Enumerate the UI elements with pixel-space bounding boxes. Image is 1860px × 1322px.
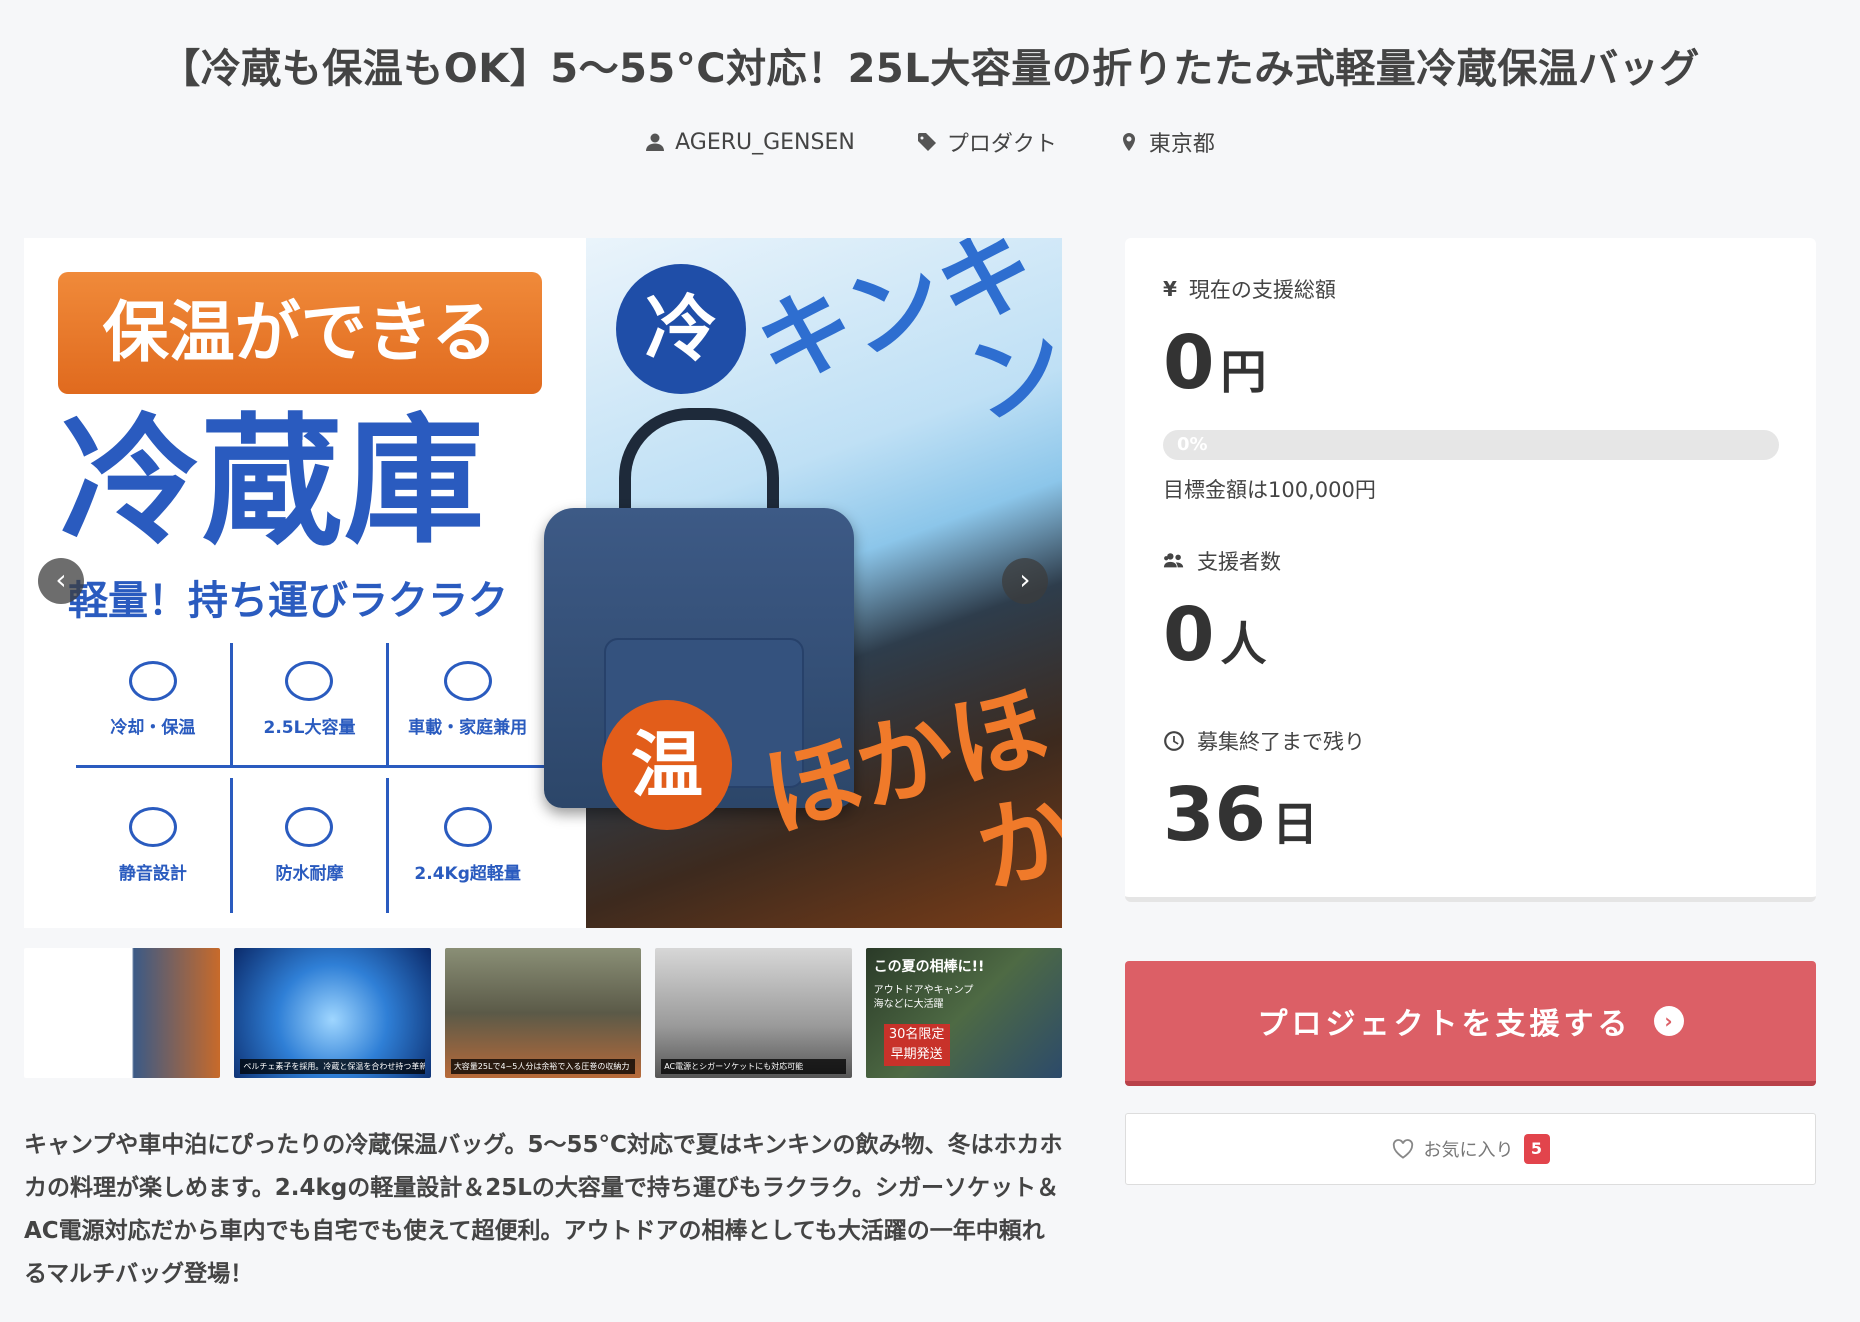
project-description: キャンプや車中泊にぴったりの冷蔵保温バッグ。5〜55°C対応で夏はキンキンの飲み… bbox=[24, 1132, 1063, 1287]
thumbnail-5[interactable]: この夏の相棒に!! アウトドアやキャンプ 海などに大活躍 30名限定 早期発送 bbox=[865, 948, 1063, 1078]
thumbnail-4[interactable]: AC電源とシガーソケットにも対応可能 bbox=[655, 948, 852, 1078]
thumbnail-strip: ペルチェ素子を採用。冷蔵と保温を合わせ持つ革新的バッグ 大容量25Lで4~5人分… bbox=[24, 948, 1063, 1078]
users-icon bbox=[1163, 553, 1184, 568]
location-name: 東京都 bbox=[1148, 132, 1215, 157]
feather-icon bbox=[443, 807, 492, 847]
feature-grid: 冷却・保温 2.5L大容量 車載・家庭兼用 静音設計 防水耐摩 2.4Kg超軽量 bbox=[76, 643, 546, 913]
feature-item: 2.4Kg超軽量 bbox=[389, 778, 546, 913]
cold-badge: 冷 bbox=[616, 264, 746, 394]
hero-headline: 冷蔵庫 bbox=[60, 401, 487, 564]
feature-item: 防水耐摩 bbox=[233, 778, 390, 913]
location-link[interactable]: 東京都 bbox=[1119, 126, 1215, 158]
project-meta: AGERU_GENSEN プロダクト 東京都 bbox=[0, 126, 1860, 158]
goal-amount: 目標金額は100,000円 bbox=[1163, 478, 1376, 502]
remaining-label-row: 募集終了まで残り bbox=[1163, 726, 1778, 756]
funding-progress-bar: 0% bbox=[1163, 430, 1779, 460]
mute-icon bbox=[128, 807, 177, 847]
amount-value: 0円 bbox=[1163, 320, 1267, 406]
feature-item: 2.5L大容量 bbox=[232, 643, 390, 768]
clock-icon bbox=[1164, 731, 1184, 751]
owner-link[interactable]: AGERU_GENSEN bbox=[645, 126, 855, 158]
carousel-next-button[interactable]: › bbox=[1002, 558, 1048, 604]
car-home-icon bbox=[443, 660, 492, 701]
map-pin-icon bbox=[1122, 133, 1135, 151]
thumbnail-2[interactable]: ペルチェ素子を採用。冷蔵と保温を合わせ持つ革新的バッグ bbox=[234, 948, 431, 1078]
page-title: 【冷蔵も保温もOK】5〜55°C対応！25L大容量の折りたたみ式軽量冷蔵保温バッ… bbox=[160, 46, 1700, 92]
cool-warm-icon bbox=[128, 660, 177, 701]
hero-banner: 保温ができる bbox=[58, 272, 542, 394]
remaining-value: 36 日 bbox=[1163, 772, 1318, 858]
backers-label-row: 支援者数 bbox=[1163, 546, 1778, 576]
thumbnail-1[interactable] bbox=[24, 948, 221, 1078]
tag-icon bbox=[917, 133, 936, 151]
owner-name: AGERU_GENSEN bbox=[675, 129, 855, 155]
carousel-prev-button[interactable]: ‹ bbox=[38, 558, 84, 604]
hot-badge: 温 bbox=[602, 700, 732, 830]
hero-subline: 軽量！持ち運びラクラク bbox=[68, 578, 508, 624]
feature-item: 車載・家庭兼用 bbox=[389, 643, 546, 768]
category-link[interactable]: プロダクト bbox=[917, 126, 1057, 158]
funding-stats-panel: ¥ 現在の支援総額 0円 0% 目標金額は100,000円 支援者数 0人 募集… bbox=[1125, 238, 1816, 902]
feature-item: 静音設計 bbox=[76, 778, 233, 913]
feature-item: 冷却・保温 bbox=[76, 643, 233, 768]
category-name: プロダクト bbox=[946, 132, 1057, 157]
favorite-button[interactable]: お気に入り 5 bbox=[1125, 1113, 1816, 1185]
amount-label-row: ¥ 現在の支援総額 bbox=[1163, 277, 1336, 302]
waterproof-icon bbox=[285, 807, 334, 847]
user-icon bbox=[646, 133, 665, 151]
arrow-right-icon: › bbox=[1653, 1006, 1684, 1036]
limited-badge: 30名限定 早期発送 bbox=[883, 1024, 950, 1066]
support-project-button[interactable]: プロジェクトを支援する › bbox=[1125, 961, 1816, 1086]
favorite-count-badge: 5 bbox=[1523, 1134, 1550, 1164]
main-image-carousel[interactable]: 保温ができる 冷蔵庫 軽量！持ち運びラクラク 冷却・保温 2.5L大容量 車載・… bbox=[24, 238, 1062, 928]
progress-percent: 0% bbox=[1177, 434, 1208, 455]
yen-icon: ¥ bbox=[1163, 277, 1177, 301]
heart-icon bbox=[1392, 1139, 1413, 1159]
backers-value: 0人 bbox=[1163, 592, 1267, 678]
expand-icon bbox=[285, 660, 334, 701]
thumbnail-3[interactable]: 大容量25Lで4~5人分は余裕で入る圧巻の収納力 bbox=[444, 948, 642, 1078]
